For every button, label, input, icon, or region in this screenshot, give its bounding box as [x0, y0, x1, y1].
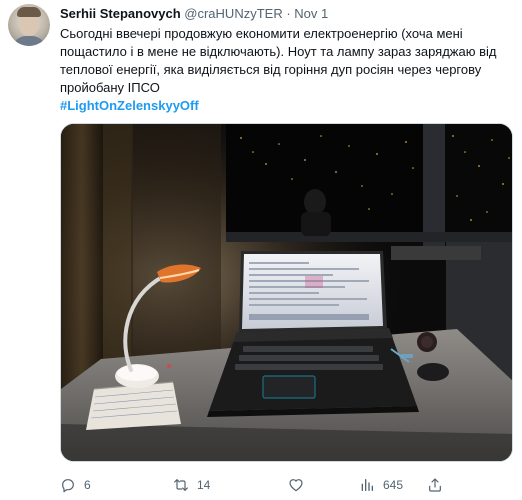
author-handle[interactable]: @craHUNzyTER	[184, 6, 282, 21]
tweet-text-line: пройобану ІПСО	[60, 80, 160, 95]
author-avatar[interactable]	[8, 4, 50, 46]
tweet-text-line: пощастило і в мене не відключають). Ноут…	[60, 44, 497, 59]
heart-icon	[289, 479, 303, 492]
views-button[interactable]: 645	[359, 474, 403, 496]
tweet-action-bar: 6 14 645	[60, 474, 512, 496]
like-button[interactable]	[288, 474, 312, 496]
share-button[interactable]	[427, 474, 443, 496]
tweet-text-line: Сьогодні ввечері продовжую економити еле…	[60, 26, 463, 41]
retweet-button[interactable]: 14	[173, 474, 210, 496]
views-count: 645	[383, 478, 404, 492]
share-icon	[429, 478, 441, 492]
reply-button[interactable]: 6	[60, 474, 91, 496]
photo-laptop-lamp-desk	[61, 124, 512, 461]
views-chart-icon	[361, 479, 373, 491]
tweet-text-line: теплової енергії, яка виділяється від го…	[60, 62, 482, 77]
retweet-icon	[174, 479, 188, 491]
tweet: Serhii Stepanovych @craHUNzyTER · Nov 1 …	[0, 0, 522, 500]
header-separator: ·	[286, 6, 291, 21]
reply-count: 6	[84, 478, 91, 492]
tweet-media-photo[interactable]	[60, 123, 513, 462]
reply-icon	[62, 479, 74, 493]
tweet-header: Serhii Stepanovych @craHUNzyTER · Nov 1	[60, 5, 328, 23]
tweet-date[interactable]: Nov 1	[294, 6, 328, 21]
author-display-name[interactable]: Serhii Stepanovych	[60, 6, 181, 21]
tweet-text: Сьогодні ввечері продовжую економити еле…	[60, 25, 512, 115]
retweet-count: 14	[197, 478, 211, 492]
hashtag-link[interactable]: #LightOnZelenskyyOff	[60, 97, 512, 115]
